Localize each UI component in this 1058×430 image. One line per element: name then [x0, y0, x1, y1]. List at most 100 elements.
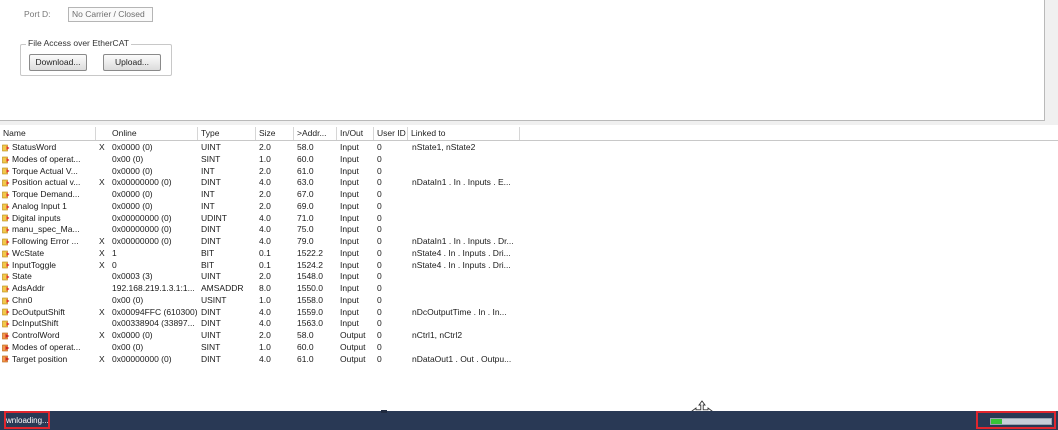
- variable-address: 60.0: [297, 153, 314, 164]
- variable-linked-to: nDataIn1 . In . Inputs . Dr...: [412, 236, 514, 246]
- variable-name-cell: Torque Demand...: [2, 189, 98, 201]
- variable-linked-marker: X: [99, 142, 105, 152]
- table-row[interactable]: Following Error ... X 0x00000000 (0) DINT 4.…: [0, 236, 1058, 248]
- variable-linked-marker: X: [99, 236, 105, 246]
- variable-name-cell: DcInputShift: [2, 318, 98, 330]
- table-row[interactable]: InputToggle X 0 BIT 0.1 1524.2 Input 0 nState4 .…: [0, 260, 1058, 272]
- column-header-size[interactable]: Size: [256, 127, 294, 140]
- column-header-online[interactable]: Online: [109, 127, 198, 140]
- variable-address: 79.0: [297, 236, 314, 246]
- column-header-inout[interactable]: In/Out: [337, 127, 374, 140]
- variable-name: ControlWord: [12, 330, 60, 340]
- variable-user-id: 0: [377, 153, 382, 164]
- input-variable-icon-graphic: [2, 215, 10, 222]
- column-header-addr[interactable]: >Addr...: [294, 127, 337, 140]
- variable-linked-marker: [99, 283, 109, 295]
- input-variable-icon-graphic: [2, 191, 10, 199]
- variable-size: 4.0: [259, 236, 271, 246]
- input-variable-icon: [2, 156, 10, 164]
- upload-button[interactable]: Upload...: [103, 54, 161, 71]
- variable-linked-to: [412, 283, 582, 295]
- variable-user-id: 0: [377, 224, 382, 235]
- variable-user-id: 0: [377, 306, 382, 317]
- variable-direction: Input: [340, 236, 359, 246]
- column-header-linked[interactable]: Linked to: [408, 127, 520, 140]
- variable-user-id: 0: [377, 212, 382, 223]
- variable-name: Following Error ...: [12, 236, 79, 246]
- variable-size: 0.1: [259, 247, 271, 258]
- variable-linked-marker: [99, 189, 109, 201]
- table-row[interactable]: DcOutputShift X 0x00094FFC (610300) DINT 4.0…: [0, 307, 1058, 319]
- table-row[interactable]: Torque Actual V... 0x0000 (0) INT 2.0 61.0 In…: [0, 166, 1058, 178]
- variable-direction: Input: [340, 247, 359, 258]
- output-variable-icon: [2, 332, 10, 340]
- variable-type: DINT: [201, 224, 221, 235]
- variable-size: 4.0: [259, 318, 271, 329]
- variable-direction: Output: [340, 341, 366, 352]
- variable-user-id: 0: [377, 236, 382, 246]
- variable-address: 1559.0: [297, 306, 323, 317]
- table-row[interactable]: State 0x0003 (3) UINT 2.0 1548.0 Input 0: [0, 271, 1058, 283]
- input-variable-icon-graphic: [2, 144, 10, 152]
- variable-direction: Input: [340, 224, 359, 235]
- table-row[interactable]: StatusWord X 0x0000 (0) UINT 2.0 58.0 Input 0 nS…: [0, 142, 1058, 154]
- table-row[interactable]: Modes of operat... 0x00 (0) SINT 1.0 60.0 Out…: [0, 342, 1058, 354]
- port-d-field: No Carrier / Closed: [68, 6, 153, 22]
- column-header-name[interactable]: Name: [0, 127, 96, 140]
- column-header-type[interactable]: Type: [198, 127, 256, 140]
- top-panel: Port D: No Carrier / Closed File Access …: [0, 0, 1058, 125]
- variable-address: 61.0: [297, 353, 314, 364]
- input-variable-icon: [2, 250, 10, 258]
- input-variable-icon-graphic: [2, 285, 10, 293]
- variable-size: 2.0: [259, 142, 271, 152]
- variable-size: 8.0: [259, 283, 271, 293]
- input-variable-icon-graphic: [2, 250, 10, 257]
- table-row[interactable]: Torque Demand... 0x0000 (0) INT 2.0 67.0 Inpu…: [0, 189, 1058, 201]
- splitter-handle[interactable]: [381, 410, 387, 413]
- variable-online-value: 0x00000000 (0): [112, 353, 172, 364]
- variable-name: WcState: [12, 247, 45, 258]
- input-variable-icon-graphic: [2, 320, 10, 328]
- table-row[interactable]: manu_spec_Ma... 0x00000000 (0) DINT 4.0 75.0…: [0, 224, 1058, 236]
- variable-name: StatusWord: [12, 142, 57, 152]
- column-header-userid[interactable]: User ID: [374, 127, 408, 140]
- variable-type: DINT: [201, 177, 221, 188]
- variable-type: UINT: [201, 271, 221, 282]
- input-variable-icon-graphic: [2, 273, 10, 281]
- download-button[interactable]: Download...: [29, 54, 87, 71]
- variable-linked-to: [412, 342, 582, 354]
- variable-linked-marker: [99, 213, 109, 225]
- variable-direction: Input: [340, 200, 359, 211]
- table-row[interactable]: Position actual v... X 0x00000000 (0) DINT 4…: [0, 177, 1058, 189]
- variable-online-value: 0x0000 (0): [112, 330, 153, 340]
- table-row[interactable]: Digital inputs 0x00000000 (0) UDINT 4.0 71.0…: [0, 213, 1058, 225]
- table-row[interactable]: ControlWord X 0x0000 (0) UINT 2.0 58.0 Output 0…: [0, 330, 1058, 342]
- variable-direction: Input: [340, 294, 359, 305]
- table-row[interactable]: Target position X 0x00000000 (0) DINT 4.0 61.…: [0, 354, 1058, 366]
- variable-address: 1524.2: [297, 259, 323, 270]
- table-row[interactable]: Chn0 0x00 (0) USINT 1.0 1558.0 Input 0: [0, 295, 1058, 307]
- variable-user-id: 0: [377, 294, 382, 305]
- output-variable-icon-graphic: [2, 332, 10, 340]
- variable-size: 4.0: [259, 353, 271, 364]
- variable-size: 4.0: [259, 306, 271, 317]
- variable-size: 2.0: [259, 271, 271, 282]
- variable-online-value: 0: [112, 259, 117, 270]
- input-variable-icon: [2, 144, 10, 152]
- table-row[interactable]: AdsAddr 192.168.219.1.3.1:1... AMSADDR 8.0 1…: [0, 283, 1058, 295]
- variable-name-cell: ControlWord: [2, 330, 98, 342]
- table-row[interactable]: WcState X 1 BIT 0.1 1522.2 Input 0 nState4 . In …: [0, 248, 1058, 260]
- variable-direction: Input: [340, 271, 359, 282]
- variable-user-id: 0: [377, 259, 382, 270]
- variable-size: 2.0: [259, 165, 271, 176]
- table-row[interactable]: Analog Input 1 0x0000 (0) INT 2.0 69.0 Input 0: [0, 201, 1058, 213]
- variable-list[interactable]: Name Online Type Size >Addr... In/Out Us…: [0, 127, 1058, 422]
- variable-online-value: 0x00 (0): [112, 153, 144, 164]
- table-row[interactable]: DcInputShift 0x00338904 (33897... DINT 4.0 1…: [0, 318, 1058, 330]
- variable-direction: Input: [340, 306, 359, 317]
- variable-name-cell: StatusWord: [2, 142, 98, 154]
- variable-type: USINT: [201, 294, 227, 305]
- variable-name: Position actual v...: [12, 177, 81, 188]
- table-row[interactable]: Modes of operat... 0x00 (0) SINT 1.0 60.0 Inp…: [0, 154, 1058, 166]
- input-variable-icon: [2, 238, 10, 246]
